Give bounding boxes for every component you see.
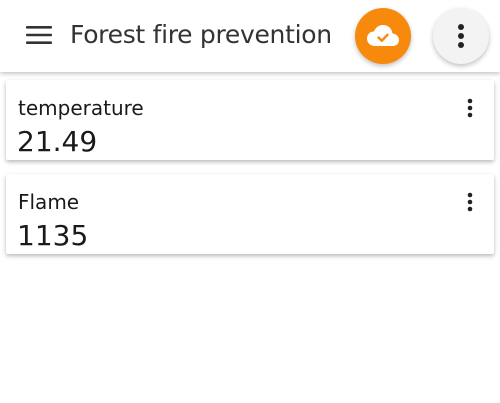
cloud-sync-button[interactable] — [355, 8, 411, 64]
card-value: 21.49 — [17, 125, 98, 158]
card-menu-button[interactable] — [458, 96, 482, 120]
sensor-card-flame[interactable]: Flame 1135 — [6, 174, 494, 254]
app-screen: Forest fire prevention temperature 21.49 — [0, 0, 500, 403]
card-label: Flame — [18, 190, 80, 214]
app-bar: Forest fire prevention — [0, 0, 500, 72]
more-vert-icon — [467, 98, 473, 118]
page-title: Forest fire prevention — [70, 20, 332, 49]
cloud-check-icon — [367, 25, 399, 46]
menu-button[interactable] — [18, 16, 60, 54]
more-vert-icon — [458, 24, 464, 48]
card-label: temperature — [18, 96, 144, 120]
card-value: 1135 — [17, 219, 89, 252]
overflow-menu-button[interactable] — [433, 8, 489, 64]
more-vert-icon — [467, 192, 473, 212]
sensor-card-temperature[interactable]: temperature 21.49 — [6, 80, 494, 160]
card-menu-button[interactable] — [458, 190, 482, 214]
hamburger-menu-icon — [26, 26, 52, 44]
